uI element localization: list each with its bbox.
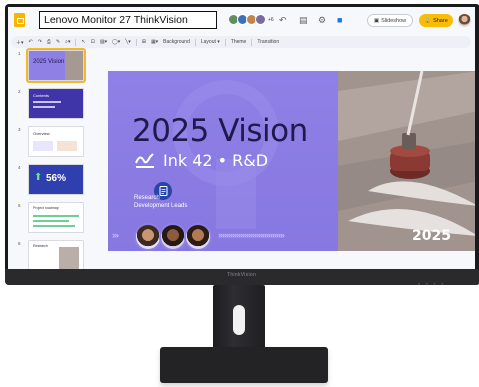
redo-icon[interactable]: ↷ bbox=[38, 39, 42, 45]
thumb-number: 6 bbox=[18, 241, 21, 246]
thumb-preview[interactable]: Research bbox=[28, 240, 84, 269]
slide-year[interactable]: 2025 bbox=[412, 228, 451, 244]
thumb-title: 56% bbox=[46, 173, 67, 184]
inkwell-photo bbox=[338, 71, 475, 251]
toolbar-divider bbox=[194, 38, 196, 46]
toolbar-background[interactable]: Background bbox=[163, 39, 190, 45]
profile-avatar[interactable] bbox=[458, 14, 471, 27]
team-member-photo bbox=[134, 223, 162, 251]
slideshow-icon: ▣ bbox=[373, 17, 380, 24]
image-icon[interactable]: ▨▾ bbox=[100, 39, 107, 45]
monitor-stand-base bbox=[160, 347, 328, 383]
research-line-2: Development Leads bbox=[134, 203, 188, 209]
filmstrip-slide-4[interactable]: 4 ⬆ 56% bbox=[8, 164, 96, 198]
slide-filmstrip: 1 2025 Vision 2 Contents 3 Overview 4 ⬆ … bbox=[8, 48, 96, 269]
thumb-number: 3 bbox=[18, 127, 21, 132]
collaborator-count: +6 bbox=[268, 16, 274, 23]
thumb-title: Project roadmap bbox=[33, 206, 59, 210]
meet-icon[interactable]: ■ bbox=[337, 16, 342, 25]
undo-icon[interactable]: ↶ bbox=[29, 39, 33, 45]
filmstrip-slide-6[interactable]: 6 Research bbox=[8, 240, 96, 269]
lock-icon: 🔒 bbox=[424, 17, 432, 24]
slide-subtitle[interactable]: Ink 42 • R&D bbox=[163, 151, 268, 170]
share-label: Share bbox=[433, 17, 448, 24]
comment-icon[interactable]: ▤ bbox=[299, 16, 308, 25]
filmstrip-slide-2[interactable]: 2 Contents bbox=[8, 88, 96, 122]
thumb-title: Overview bbox=[33, 131, 50, 136]
slide-photo-inkwell bbox=[338, 71, 475, 251]
toolbar-divider bbox=[75, 38, 77, 46]
print-icon[interactable]: ⎙ bbox=[47, 39, 51, 45]
thumb-preview[interactable]: Overview bbox=[28, 126, 84, 157]
thumb-preview[interactable]: ⬆ 56% bbox=[28, 164, 84, 195]
stage: ThinkVision • • • • +6 ↶ ▤ ⚙ ■ ▣ Slidesh… bbox=[0, 0, 479, 387]
thumb-number: 1 bbox=[18, 51, 21, 56]
monitor-brand-label: ThinkVision bbox=[227, 272, 257, 278]
arrow-up-icon: ⬆ bbox=[34, 172, 43, 183]
toolbar-transition[interactable]: Transition bbox=[257, 39, 279, 45]
line-icon[interactable]: ╲▾ bbox=[125, 39, 131, 45]
filmstrip-slide-1[interactable]: 1 2025 Vision bbox=[8, 48, 96, 84]
monitor-screen: +6 ↶ ▤ ⚙ ■ ▣ Slideshow 🔒 Share ＋▾ ↶ ↷ ⎙ … bbox=[8, 7, 475, 269]
toolbar-divider bbox=[135, 38, 137, 46]
zoom-icon[interactable]: ⌕▾ bbox=[65, 39, 70, 45]
filmstrip-slide-3[interactable]: 3 Overview bbox=[8, 126, 96, 160]
team-faces bbox=[134, 223, 212, 251]
toolbar-theme[interactable]: Theme bbox=[231, 39, 247, 45]
paint-format-icon[interactable]: ✎ bbox=[56, 39, 60, 45]
stand-cable-hole bbox=[233, 305, 245, 335]
toolbar-divider bbox=[224, 38, 226, 46]
thumb-preview[interactable]: Contents bbox=[28, 88, 84, 119]
shape-icon[interactable]: ◯▾ bbox=[112, 39, 120, 45]
editor-toolbar: ＋▾ ↶ ↷ ⎙ ✎ ⌕▾ ↖ ⊡ ▨▾ ◯▾ ╲▾ ⊞ ▦▾ Backgrou… bbox=[11, 36, 471, 48]
history-icon[interactable]: ↶ bbox=[279, 16, 287, 25]
thumb-number: 2 bbox=[18, 89, 21, 94]
thumb-title: 2025 Vision bbox=[33, 59, 65, 65]
thumb-preview[interactable]: Project roadmap bbox=[28, 202, 84, 233]
slides-logo-icon[interactable] bbox=[14, 13, 25, 27]
chevron-row-right: ››››››››››››››››››››››››››››››››› bbox=[218, 230, 285, 240]
signature-icon bbox=[135, 153, 154, 168]
slideshow-label: Slideshow bbox=[381, 17, 407, 24]
thumb-preview[interactable]: 2025 Vision bbox=[26, 48, 86, 83]
toolbar-divider bbox=[251, 38, 253, 46]
slideshow-button[interactable]: ▣ Slideshow bbox=[367, 14, 413, 27]
textbox-icon[interactable]: ⊡ bbox=[91, 39, 95, 45]
thumb-number: 5 bbox=[18, 203, 21, 208]
team-member-photo bbox=[184, 223, 212, 251]
research-label: Research Development Leads bbox=[134, 194, 187, 210]
toolbar-layout[interactable]: Layout ▾ bbox=[201, 39, 220, 45]
avatar[interactable] bbox=[255, 14, 266, 25]
add-slide-icon[interactable]: ＋▾ bbox=[16, 39, 24, 46]
slide-title[interactable]: 2025 Vision bbox=[132, 113, 308, 149]
research-line-1: Research bbox=[134, 195, 160, 201]
image-title-label: Lenovo Monitor 27 ThinkVision bbox=[39, 11, 217, 29]
layout-grid-icon[interactable]: ▦▾ bbox=[151, 39, 158, 45]
thumb-title: Contents bbox=[33, 93, 50, 98]
thumb-title: Research bbox=[33, 244, 48, 248]
settings-icon[interactable]: ⚙ bbox=[318, 16, 326, 25]
filmstrip-slide-5[interactable]: 5 Project roadmap bbox=[8, 202, 96, 236]
comment-add-icon[interactable]: ⊞ bbox=[142, 39, 146, 45]
monitor-buttons[interactable]: • • • • bbox=[418, 282, 445, 288]
select-icon[interactable]: ↖ bbox=[81, 39, 85, 45]
team-member-photo bbox=[159, 223, 187, 251]
main-slide[interactable]: 2025 Vision Ink 42 • R&D Research Develo… bbox=[108, 71, 475, 251]
chevron-row-left: ››› bbox=[112, 230, 119, 240]
collaborator-avatars[interactable]: +6 bbox=[228, 14, 274, 25]
thumb-number: 4 bbox=[18, 165, 21, 170]
share-button[interactable]: 🔒 Share bbox=[419, 14, 453, 27]
